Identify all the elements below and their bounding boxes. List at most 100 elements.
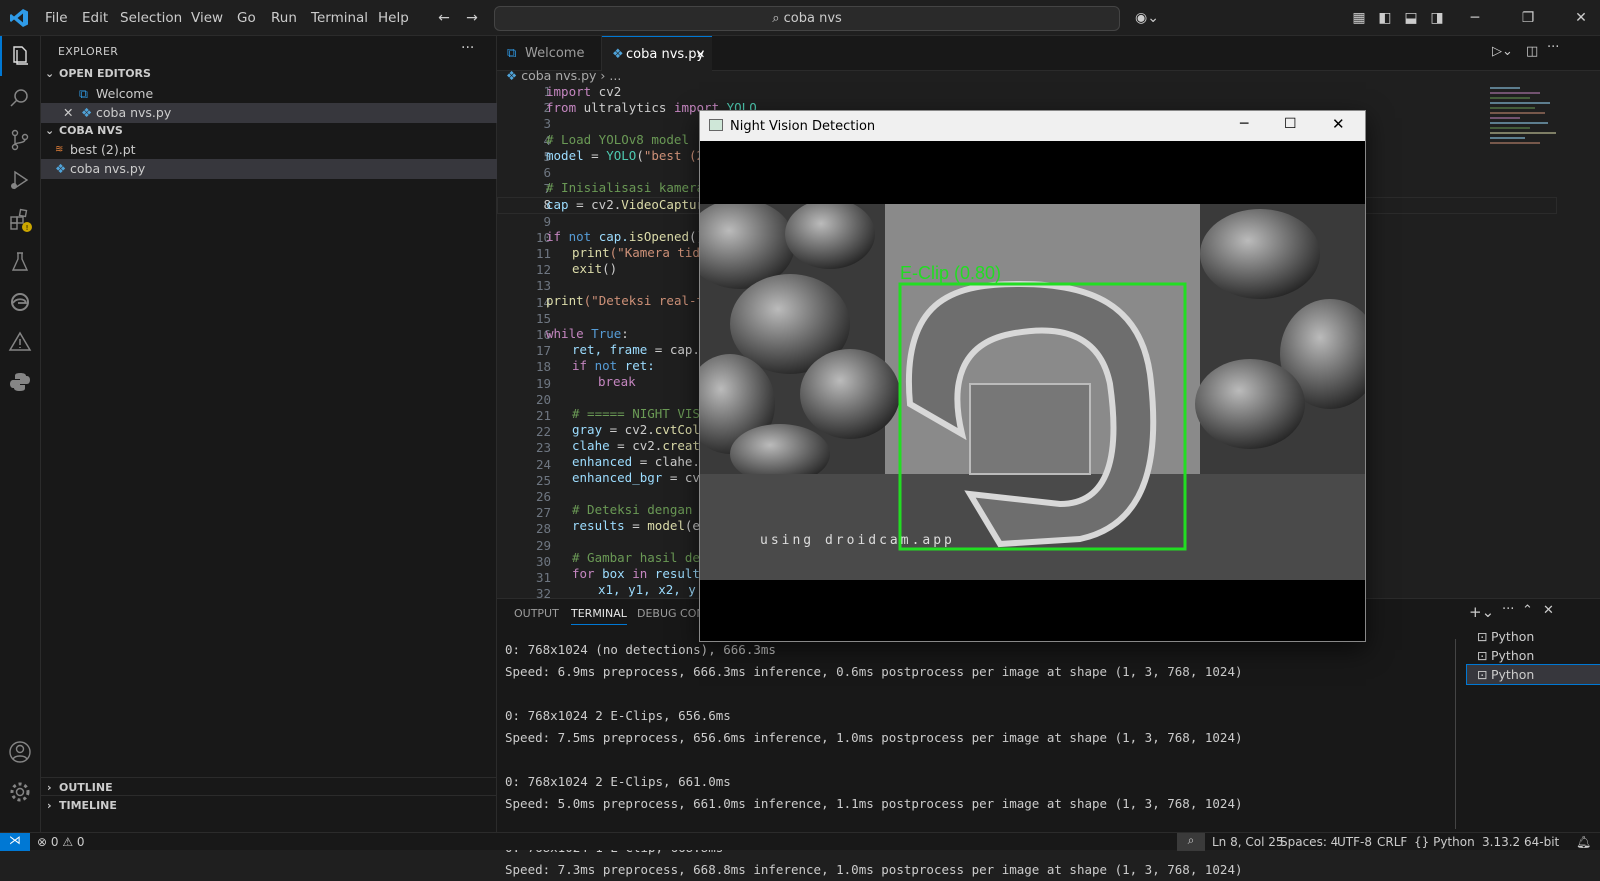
- minimize-icon[interactable]: ─: [1467, 10, 1483, 26]
- python-file-icon: ❖: [506, 68, 518, 83]
- testing-flask-icon[interactable]: [8, 250, 32, 274]
- open-editors-section[interactable]: ⌄ OPEN EDITORS: [41, 64, 497, 84]
- folder-section[interactable]: ⌄ COBA NVS: [41, 121, 497, 141]
- file-best-pt[interactable]: ≋ best (2).pt: [41, 140, 497, 160]
- line-number: 15: [535, 310, 551, 326]
- python-file-icon: ❖: [612, 47, 624, 62]
- split-editor-icon[interactable]: ◫: [1526, 44, 1538, 59]
- restore-icon[interactable]: ❐: [1520, 10, 1536, 26]
- terminal-icon: ⊡: [1477, 667, 1488, 682]
- open-editor-coba-nvs[interactable]: ✕ ❖ coba nvs.py: [41, 103, 497, 123]
- close-icon[interactable]: ✕: [1573, 10, 1589, 26]
- night-vision-image: E-Clip (0.80) using droidcam.app: [700, 204, 1365, 580]
- close-tab-icon[interactable]: ✕: [696, 37, 705, 72]
- explorer-title: EXPLORER: [58, 45, 119, 58]
- more-actions-icon[interactable]: ···: [461, 40, 474, 56]
- line-number: 14: [535, 294, 551, 310]
- line-number: 1: [543, 84, 551, 99]
- python-icon[interactable]: [8, 370, 32, 394]
- python-version[interactable]: 3.13.2 64-bit: [1482, 835, 1559, 849]
- night-vision-window[interactable]: Night Vision Detection ─ ☐ ✕ E-Clip (0.8…: [699, 110, 1366, 642]
- back-arrow-icon[interactable]: ←: [436, 10, 452, 26]
- explorer-icon[interactable]: [8, 44, 32, 68]
- edge-browser-icon[interactable]: [8, 290, 32, 314]
- extensions-icon[interactable]: !: [8, 208, 32, 232]
- menu-file[interactable]: File: [45, 10, 68, 26]
- copilot-icon[interactable]: ◉⌄: [1133, 10, 1161, 26]
- minimap[interactable]: [1490, 84, 1570, 184]
- settings-gear-icon[interactable]: [8, 780, 32, 804]
- breadcrumb-file[interactable]: coba nvs.py: [521, 68, 596, 83]
- tab-welcome[interactable]: ⧉ Welcome: [497, 36, 602, 71]
- activity-bar: !: [0, 36, 41, 832]
- title-bar: File Edit Selection View Go Run Terminal…: [0, 0, 1600, 36]
- menu-run[interactable]: Run: [271, 10, 297, 26]
- timeline-section[interactable]: › TIMELINE: [41, 795, 497, 815]
- more-actions-icon[interactable]: ···: [1547, 40, 1559, 55]
- toggle-panel-icon[interactable]: ⬓: [1403, 10, 1419, 26]
- toggle-secondary-sidebar-icon[interactable]: ◨: [1429, 10, 1445, 26]
- search-icon: ⌕: [772, 11, 784, 26]
- terminal-list-item[interactable]: ⊡ Python: [1467, 627, 1600, 646]
- language-mode[interactable]: {} Python: [1414, 835, 1475, 849]
- status-bar: ⋊ ⊗ 0 ⚠ 0 ⌕ Ln 8, Col 25 Spaces: 4 UTF-8…: [0, 832, 1600, 851]
- open-editor-welcome[interactable]: ⧉ Welcome: [41, 84, 497, 104]
- menu-terminal[interactable]: Terminal: [311, 10, 368, 26]
- window-minimize-icon[interactable]: ─: [1240, 116, 1248, 132]
- terminal-list-item[interactable]: ⊡ Python: [1467, 646, 1600, 665]
- toggle-sidebar-icon[interactable]: ◧: [1377, 10, 1393, 26]
- close-icon[interactable]: ✕: [63, 103, 73, 123]
- zoom-icon[interactable]: ⌕: [1177, 833, 1205, 851]
- detection-label: E-Clip (0.80): [900, 263, 1001, 283]
- breadcrumb-more[interactable]: ...: [609, 68, 621, 83]
- svg-text:!: !: [26, 224, 29, 232]
- tab-terminal[interactable]: TERMINAL: [571, 607, 627, 625]
- window-maximize-icon[interactable]: ☐: [1284, 116, 1297, 132]
- tab-coba-nvs[interactable]: ❖ coba nvs.py ✕: [602, 36, 712, 71]
- editor-tabs: ⧉ Welcome ❖ coba nvs.py ✕ ▷⌄ ◫ ···: [497, 36, 1600, 71]
- warning-triangle-icon[interactable]: [8, 330, 32, 354]
- vscode-logo-icon: [10, 9, 28, 27]
- close-panel-icon[interactable]: ✕: [1543, 603, 1554, 618]
- search-icon[interactable]: [8, 86, 32, 110]
- window-close-icon[interactable]: ✕: [1332, 115, 1345, 133]
- video-frame-area: E-Clip (0.80) using droidcam.app: [700, 141, 1365, 641]
- run-file-icon[interactable]: ▷⌄: [1492, 44, 1513, 59]
- line-number: 22: [535, 424, 551, 440]
- line-number: 29: [535, 537, 551, 553]
- terminal-line: Speed: 7.3ms preprocess, 668.8ms inferen…: [505, 862, 1243, 877]
- account-icon[interactable]: [8, 740, 32, 764]
- line-number: 13: [535, 278, 551, 294]
- menu-help[interactable]: Help: [378, 10, 409, 26]
- forward-arrow-icon[interactable]: →: [464, 10, 480, 26]
- end-of-line[interactable]: CRLF: [1377, 835, 1407, 849]
- menu-selection[interactable]: Selection: [120, 10, 182, 26]
- source-control-icon[interactable]: [8, 128, 32, 152]
- cursor-position[interactable]: Ln 8, Col 25: [1212, 835, 1284, 849]
- run-debug-icon[interactable]: [8, 168, 32, 192]
- chevron-right-icon: ›: [47, 799, 52, 812]
- line-number: 21: [535, 408, 551, 423]
- notifications-bell-icon[interactable]: 🔔︎: [1576, 835, 1591, 849]
- terminal-line: Speed: 7.5ms preprocess, 656.6ms inferen…: [505, 730, 1243, 745]
- menu-edit[interactable]: Edit: [82, 10, 108, 26]
- line-number: 25: [535, 472, 551, 488]
- encoding[interactable]: UTF-8: [1337, 835, 1372, 849]
- line-number: 9: [543, 213, 551, 229]
- new-terminal-icon[interactable]: +⌄: [1469, 603, 1494, 621]
- line-number: 27: [535, 505, 551, 521]
- problems-indicator[interactable]: ⊗ 0 ⚠ 0: [37, 835, 85, 849]
- more-actions-icon[interactable]: ···: [1502, 602, 1514, 617]
- indentation[interactable]: Spaces: 4: [1280, 835, 1338, 849]
- remote-icon[interactable]: ⋊: [0, 833, 30, 851]
- menu-go[interactable]: Go: [237, 10, 256, 26]
- line-number: 28: [535, 521, 551, 537]
- file-coba-nvs[interactable]: ❖ coba nvs.py: [41, 159, 497, 179]
- tab-output[interactable]: OUTPUT: [514, 607, 559, 620]
- customize-layout-icon[interactable]: ▦: [1351, 10, 1367, 26]
- terminal-list-item-active[interactable]: ⊡ Python: [1466, 664, 1600, 685]
- command-center-search[interactable]: ⌕ coba nvs: [494, 6, 1120, 31]
- outline-section[interactable]: › OUTLINE: [41, 777, 497, 797]
- maximize-panel-icon[interactable]: ⌃: [1522, 603, 1533, 618]
- menu-view[interactable]: View: [191, 10, 223, 26]
